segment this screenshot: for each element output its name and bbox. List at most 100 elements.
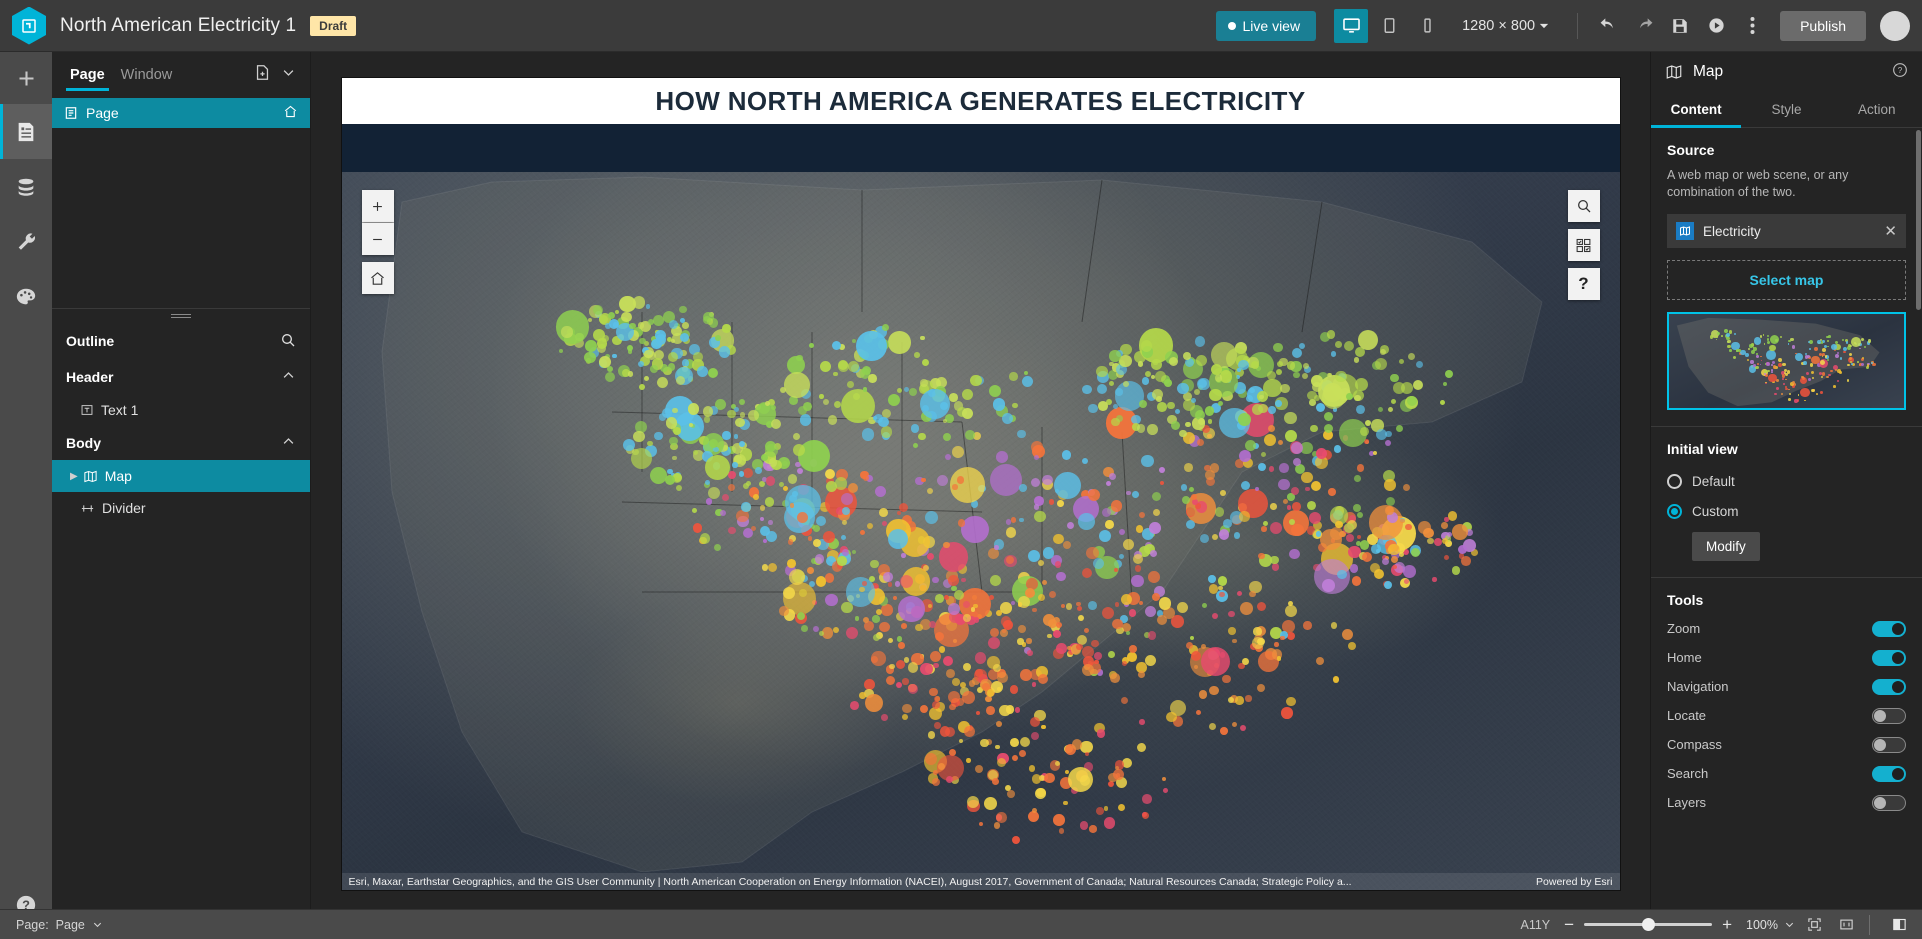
panel-resize-grip[interactable]	[52, 308, 310, 322]
text-widget-icon	[80, 403, 94, 417]
live-view-button[interactable]: Live view	[1216, 11, 1317, 41]
page-title: HOW NORTH AMERICA GENERATES ELECTRICITY	[655, 86, 1305, 117]
status-badge: Draft	[310, 16, 356, 36]
right-panel-body: Source A web map or web scene, or any co…	[1651, 128, 1922, 939]
map-help-button[interactable]: ?	[1568, 268, 1600, 300]
help-circle-icon[interactable]: ?	[1892, 62, 1908, 83]
tools-section: Tools Zoom Home Navigation Locate Compas…	[1651, 578, 1922, 814]
preview-button[interactable]	[1698, 8, 1734, 44]
live-indicator-dot	[1228, 22, 1236, 30]
rail-item-tools[interactable]	[0, 214, 52, 269]
page-list-item[interactable]: Page	[52, 98, 310, 128]
right-panel: Map ? Content Style Action Source A web …	[1650, 52, 1922, 939]
add-widget-button[interactable]	[0, 52, 52, 104]
status-page-selector[interactable]: Page: Page	[0, 918, 103, 932]
live-view-label: Live view	[1243, 18, 1301, 34]
tool-toggle-locate[interactable]	[1872, 708, 1906, 724]
outline-group-header-body[interactable]: Body	[52, 426, 310, 460]
initial-view-default-label: Default	[1692, 474, 1735, 489]
rail-item-theme[interactable]	[0, 269, 52, 324]
map-zoom-out-button[interactable]	[362, 223, 394, 255]
toggle-panel-button[interactable]	[1886, 912, 1912, 938]
outline-item-label: Map	[105, 468, 132, 484]
tab-content[interactable]: Content	[1651, 92, 1741, 127]
zoom-slider[interactable]: − +	[1564, 915, 1732, 935]
undo-button[interactable]	[1590, 8, 1626, 44]
map-thumbnail-land	[1669, 314, 1904, 408]
tab-window[interactable]: Window	[113, 52, 181, 98]
tool-toggle-zoom[interactable]	[1872, 621, 1906, 637]
right-panel-tabs: Content Style Action	[1651, 92, 1922, 128]
map-widget[interactable]: ? Esri, Maxar, Earthstar Geographics, an…	[342, 172, 1620, 890]
device-desktop-button[interactable]	[1334, 9, 1368, 43]
redo-button[interactable]	[1626, 8, 1662, 44]
zoom-slider-handle[interactable]	[1642, 918, 1655, 931]
chevron-down-icon[interactable]	[281, 65, 296, 85]
tab-action[interactable]: Action	[1832, 92, 1922, 127]
rail-item-data[interactable]	[0, 159, 52, 214]
device-mobile-button[interactable]	[1410, 9, 1444, 43]
tool-row-search: Search	[1667, 762, 1906, 785]
status-page-value: Page	[56, 918, 85, 932]
chevron-up-icon[interactable]	[281, 368, 296, 386]
experience-builder-logo-icon	[12, 7, 46, 45]
a11y-label[interactable]: A11Y	[1520, 918, 1550, 932]
map-search-button[interactable]	[1568, 190, 1600, 222]
tool-toggle-search[interactable]	[1872, 766, 1906, 782]
status-divider	[1869, 915, 1870, 935]
tool-toggle-compass[interactable]	[1872, 737, 1906, 753]
divider-widget-icon	[80, 501, 95, 516]
source-description: A web map or web scene, or any combinati…	[1667, 167, 1906, 201]
chevron-up-icon[interactable]	[281, 434, 296, 452]
select-map-button[interactable]: Select map	[1667, 260, 1906, 300]
fit-width-button[interactable]	[1833, 912, 1859, 938]
modify-button[interactable]: Modify	[1692, 532, 1760, 561]
canvas-size-value: 1280 × 800	[1462, 18, 1535, 34]
outline-item-text-1[interactable]: Text 1	[52, 394, 310, 426]
app-logo[interactable]	[12, 7, 46, 45]
save-button[interactable]	[1662, 8, 1698, 44]
rail-item-page[interactable]	[0, 104, 52, 159]
tool-row-home: Home	[1667, 646, 1906, 669]
device-tablet-button[interactable]	[1372, 9, 1406, 43]
avatar[interactable]	[1880, 11, 1910, 41]
map-home-button[interactable]	[362, 262, 394, 294]
selected-map-label: Electricity	[1703, 224, 1761, 239]
zoom-slider-track[interactable]	[1584, 923, 1712, 926]
fit-screen-button[interactable]	[1801, 912, 1827, 938]
tool-toggle-layers[interactable]	[1872, 795, 1906, 811]
initial-view-custom-option[interactable]: Custom	[1667, 496, 1906, 526]
tab-style[interactable]: Style	[1741, 92, 1831, 127]
tool-toggle-home[interactable]	[1872, 650, 1906, 666]
zoom-in-button[interactable]: +	[1722, 915, 1732, 935]
zoom-out-button[interactable]: −	[1564, 915, 1574, 935]
expand-caret-icon[interactable]: ▶	[70, 471, 78, 482]
map-zoom-in-button[interactable]	[362, 190, 394, 222]
zoom-level-selector[interactable]: 100%	[1746, 918, 1795, 932]
map-data-points	[342, 172, 1620, 890]
outline-item-map[interactable]: ▶ Map	[52, 460, 310, 492]
outline-group-header[interactable]: Header	[52, 360, 310, 394]
map-attribution-text: Esri, Maxar, Earthstar Geographics, and …	[349, 876, 1352, 888]
map-layers-button[interactable]	[1568, 229, 1600, 261]
tool-label-compass: Compass	[1667, 737, 1722, 752]
initial-view-default-option[interactable]: Default	[1667, 466, 1906, 496]
more-options-button[interactable]	[1734, 8, 1770, 44]
zoom-level-value: 100%	[1746, 918, 1778, 932]
home-icon[interactable]	[283, 104, 298, 122]
outline-title: Outline	[66, 333, 114, 349]
close-icon[interactable]: ✕	[1884, 222, 1897, 240]
tool-toggle-navigation[interactable]	[1872, 679, 1906, 695]
canvas-size-selector[interactable]: 1280 × 800	[1462, 18, 1549, 34]
header-band	[342, 124, 1620, 172]
tab-page[interactable]: Page	[62, 52, 113, 98]
radio-default[interactable]	[1667, 474, 1682, 489]
publish-button[interactable]: Publish	[1780, 11, 1866, 41]
right-panel-scrollbar[interactable]	[1916, 130, 1921, 310]
add-page-icon[interactable]	[254, 64, 271, 86]
map-thumbnail[interactable]	[1667, 312, 1906, 410]
radio-custom[interactable]	[1667, 504, 1682, 519]
selected-map-chip[interactable]: Electricity ✕	[1667, 214, 1906, 248]
search-icon[interactable]	[280, 332, 296, 351]
outline-item-divider[interactable]: Divider	[52, 492, 310, 524]
